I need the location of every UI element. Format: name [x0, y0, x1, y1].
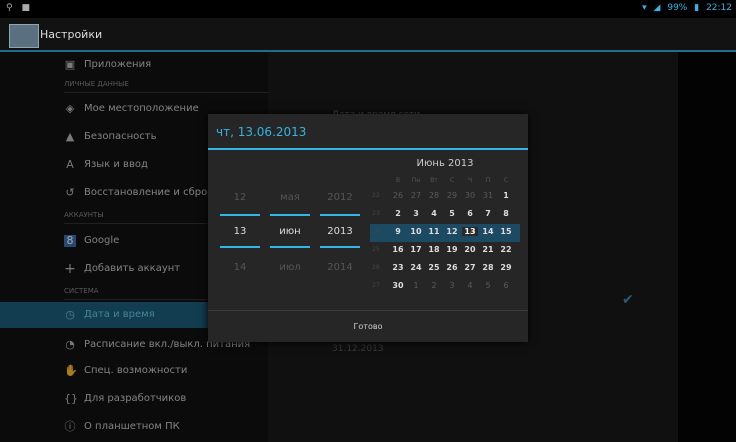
week-number: 27 [372, 282, 380, 289]
calendar-day[interactable]: 3 [408, 209, 424, 218]
date-picker-dialog: чт, 13.06.2013 12 13 14 мая июн июл 2012… [208, 114, 528, 342]
calendar-day[interactable]: 31 [480, 191, 496, 200]
calendar-day[interactable]: 21 [480, 245, 496, 254]
calendar-week-row: 23 2 3 4 5 6 7 8 [370, 206, 520, 224]
calendar-day[interactable]: 28 [426, 191, 442, 200]
calendar-day[interactable]: 30 [462, 191, 478, 200]
calendar-day[interactable]: 16 [390, 245, 406, 254]
clock: 22:12 [706, 3, 732, 13]
spinner-divider [220, 246, 260, 248]
calendar-day[interactable]: 5 [480, 281, 496, 290]
calendar-day[interactable]: 27 [462, 263, 478, 272]
spinner-divider [320, 214, 360, 216]
dialog-title: чт, 13.06.2013 [216, 125, 307, 139]
calendar-day[interactable]: 8 [498, 209, 514, 218]
spinner-current-value[interactable]: 2013 [318, 226, 362, 237]
calendar-day[interactable]: 13 [462, 227, 478, 236]
calendar-week-row: 22 26 27 28 29 30 31 1 [370, 188, 520, 206]
calendar-day[interactable]: 7 [480, 209, 496, 218]
status-bar: ⚲ ■ ▾ ◢ 99% ▮ 22:12 [0, 0, 736, 18]
calendar-day[interactable]: 10 [408, 227, 424, 236]
calendar-month-title: Июнь 2013 [416, 158, 474, 169]
calendar-day[interactable]: 12 [444, 227, 460, 236]
calendar-day[interactable]: 6 [462, 209, 478, 218]
calendar-week-row: 27 30 1 2 3 4 5 6 [370, 278, 520, 296]
spinner-current-value[interactable]: 13 [218, 226, 262, 237]
spinner-prev-value[interactable]: 2012 [318, 192, 362, 203]
calendar-day[interactable]: 5 [444, 209, 460, 218]
settings-app-icon[interactable] [9, 24, 39, 48]
weekday-label: Вт [430, 177, 438, 184]
calendar-week-row: 24 9 10 11 12 13 14 15 [370, 224, 520, 242]
signal-icon: ◢ [653, 3, 661, 13]
calendar-day[interactable]: 25 [426, 263, 442, 272]
calendar-day[interactable]: 26 [444, 263, 460, 272]
calendar-day[interactable]: 2 [390, 209, 406, 218]
calendar-day[interactable]: 18 [426, 245, 442, 254]
calendar-day[interactable]: 11 [426, 227, 442, 236]
calendar-day[interactable]: 29 [498, 263, 514, 272]
wifi-icon: ▾ [642, 3, 647, 13]
calendar-day[interactable]: 4 [462, 281, 478, 290]
calendar-day[interactable]: 2 [426, 281, 442, 290]
status-right: ▾ ◢ 99% ▮ 22:12 [638, 3, 732, 13]
page-title: Настройки [40, 28, 103, 41]
calendar-day[interactable]: 14 [480, 227, 496, 236]
spinner-next-value[interactable]: 14 [218, 262, 262, 273]
calendar-day[interactable]: 20 [462, 245, 478, 254]
calendar-day[interactable]: 15 [498, 227, 514, 236]
week-number: 26 [372, 264, 380, 271]
weekday-label: Ч [467, 177, 473, 184]
weekday-label: С [503, 177, 509, 184]
spinner-divider [270, 246, 310, 248]
calendar-day[interactable]: 17 [408, 245, 424, 254]
spinner-next-value[interactable]: июл [268, 262, 312, 273]
weekday-label: П [485, 177, 491, 184]
calendar-week-row: 25 16 17 18 19 20 21 22 [370, 242, 520, 260]
weekday-label: С [449, 177, 455, 184]
week-number: 25 [372, 246, 380, 253]
calendar-day[interactable]: 6 [498, 281, 514, 290]
calendar-day[interactable]: 4 [426, 209, 442, 218]
calendar-day[interactable]: 19 [444, 245, 460, 254]
battery-percent: 99% [667, 3, 688, 13]
calendar-day[interactable]: 23 [390, 263, 406, 272]
calendar-day[interactable]: 26 [390, 191, 406, 200]
spinner-divider [320, 246, 360, 248]
calendar-day[interactable]: 1 [408, 281, 424, 290]
week-number: 24 [372, 228, 380, 235]
calendar-day[interactable]: 9 [390, 227, 406, 236]
dialog-button-bar: Готово [208, 310, 528, 343]
calendar-view[interactable]: Июнь 2013 В Пн Вт С Ч П С 22 26 27 28 29 30 31 1 23 2 3 4… [370, 152, 520, 306]
weekday-label: Пн [411, 177, 421, 184]
week-number: 23 [372, 210, 380, 217]
battery-icon: ▮ [694, 3, 700, 13]
weekday-label: В [395, 177, 401, 184]
action-bar: Настройки [0, 18, 736, 52]
week-number: 22 [372, 192, 380, 199]
spinner-next-value[interactable]: 2014 [318, 262, 362, 273]
dialog-title-bar: чт, 13.06.2013 [208, 114, 528, 150]
notification-icons: ⚲ ■ [6, 3, 33, 13]
screen: ⚲ ■ ▾ ◢ 99% ▮ 22:12 Настройки ▣ Приложен… [0, 0, 736, 442]
calendar-day[interactable]: 28 [480, 263, 496, 272]
calendar-day[interactable]: 1 [498, 191, 514, 200]
spinner-divider [220, 214, 260, 216]
spinner-prev-value[interactable]: 12 [218, 192, 262, 203]
calendar-day[interactable]: 29 [444, 191, 460, 200]
calendar-day[interactable]: 22 [498, 245, 514, 254]
spinner-divider [270, 214, 310, 216]
calendar-week-row: 26 23 24 25 26 27 28 29 [370, 260, 520, 278]
done-button[interactable]: Готово [208, 322, 528, 331]
spinner-current-value[interactable]: июн [268, 226, 312, 237]
calendar-day[interactable]: 27 [408, 191, 424, 200]
calendar-day[interactable]: 30 [390, 281, 406, 290]
calendar-day[interactable]: 24 [408, 263, 424, 272]
spinner-prev-value[interactable]: мая [268, 192, 312, 203]
calendar-day[interactable]: 3 [444, 281, 460, 290]
